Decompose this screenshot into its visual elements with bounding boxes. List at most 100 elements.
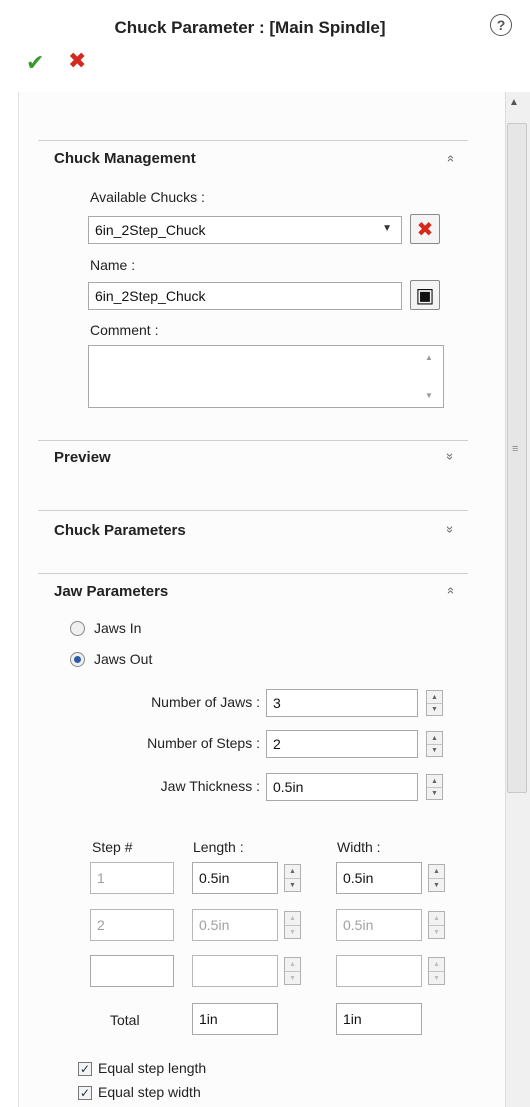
step-length-spinner: ▲ ▼ xyxy=(284,957,301,985)
comment-scroll-down-icon[interactable]: ▼ xyxy=(425,391,433,400)
step-number-header: Step # xyxy=(92,839,133,855)
step-width-spinner[interactable]: ▲ ▼ xyxy=(428,864,445,892)
jaw-thickness-label: Jaw Thickness : xyxy=(160,778,260,794)
jaw-parameters-title: Jaw Parameters xyxy=(54,583,169,600)
width-header: Width : xyxy=(337,839,381,855)
step-length-input: 0.5in xyxy=(192,909,278,941)
number-of-jaws-label: Number of Jaws : xyxy=(151,694,260,710)
equal-step-length-label[interactable]: Equal step length xyxy=(98,1060,206,1076)
length-header: Length : xyxy=(193,839,244,855)
name-input[interactable]: 6in_2Step_Chuck xyxy=(88,282,402,310)
step-length-input xyxy=(192,955,278,987)
step-width-value: 0.5in xyxy=(343,870,374,886)
number-of-steps-value: 2 xyxy=(273,736,281,752)
help-icon[interactable]: ? xyxy=(490,14,512,36)
step-width-input[interactable]: 0.5in xyxy=(336,862,422,894)
scroll-grip-icon: ≡ xyxy=(512,443,519,455)
save-disk-icon: ▣ xyxy=(415,284,435,307)
chevron-down-icon: ▼ xyxy=(382,223,392,234)
delete-chuck-button[interactable]: ✖ xyxy=(410,214,440,244)
jaw-thickness-input[interactable]: 0.5in xyxy=(266,773,418,801)
step-number-field xyxy=(90,955,174,987)
spin-up-icon[interactable]: ▲ xyxy=(427,691,442,703)
spin-down-icon[interactable]: ▼ xyxy=(427,703,442,715)
checkmark-icon: ✓ xyxy=(79,1062,91,1076)
step-number-field: 2 xyxy=(90,909,174,941)
step-length-spinner: ▲ ▼ xyxy=(284,911,301,939)
checkmark-icon: ✓ xyxy=(79,1086,91,1100)
spin-up-icon: ▲ xyxy=(433,961,440,968)
step-length-spinner[interactable]: ▲ ▼ xyxy=(284,864,301,892)
total-width-value: 1in xyxy=(343,1011,362,1027)
available-chucks-value: 6in_2Step_Chuck xyxy=(95,222,206,238)
comment-scroll-up-icon[interactable]: ▲ xyxy=(425,353,433,362)
save-chuck-button[interactable]: ▣ xyxy=(410,280,440,310)
step-number-value: 2 xyxy=(97,917,105,933)
spin-up-icon[interactable]: ▲ xyxy=(429,865,444,878)
spin-up-icon: ▲ xyxy=(289,961,296,968)
cancel-x-icon[interactable]: ✖ xyxy=(68,48,86,74)
spin-down-icon: ▼ xyxy=(285,971,300,984)
step-width-spinner: ▲ ▼ xyxy=(428,911,445,939)
step-number-value: 1 xyxy=(97,870,105,886)
section-divider xyxy=(38,140,468,141)
spin-down-icon[interactable]: ▼ xyxy=(427,744,442,756)
spin-up-icon[interactable]: ▲ xyxy=(285,865,300,878)
total-label: Total xyxy=(110,1012,140,1028)
spin-down-icon: ▼ xyxy=(429,971,444,984)
spin-down-icon[interactable]: ▼ xyxy=(427,787,442,799)
number-of-steps-label: Number of Steps : xyxy=(147,735,260,751)
number-of-steps-input[interactable]: 2 xyxy=(266,730,418,758)
jaws-in-radio[interactable] xyxy=(70,621,85,636)
available-chucks-select[interactable]: 6in_2Step_Chuck ▼ xyxy=(88,216,402,244)
chuck-parameters-title[interactable]: Chuck Parameters xyxy=(54,522,186,539)
dialog-title: Chuck Parameter : [Main Spindle] xyxy=(114,18,386,37)
available-chucks-label: Available Chucks : xyxy=(90,189,205,205)
step-width-input: 0.5in xyxy=(336,909,422,941)
section-divider xyxy=(38,573,468,574)
step-length-input[interactable]: 0.5in xyxy=(192,862,278,894)
spin-down-icon: ▼ xyxy=(429,925,444,938)
step-number-field: 1 xyxy=(90,862,174,894)
name-label: Name : xyxy=(90,257,136,273)
total-length-field: 1in xyxy=(192,1003,278,1035)
number-of-jaws-spinner[interactable]: ▲ ▼ xyxy=(426,690,443,716)
equal-step-length-checkbox[interactable]: ✓ xyxy=(78,1062,92,1076)
preview-title[interactable]: Preview xyxy=(54,449,111,466)
name-value: 6in_2Step_Chuck xyxy=(95,288,206,304)
collapse-chevron-icon[interactable]: » xyxy=(442,587,457,594)
jaws-out-label[interactable]: Jaws Out xyxy=(94,651,152,667)
jaw-thickness-spinner[interactable]: ▲ ▼ xyxy=(426,774,443,800)
expand-chevron-icon[interactable]: » xyxy=(443,526,458,533)
step-length-value: 0.5in xyxy=(199,870,230,886)
collapse-chevron-icon[interactable]: » xyxy=(442,155,457,162)
spin-up-icon: ▲ xyxy=(289,915,296,922)
scroll-up-arrow-icon[interactable]: ▲ xyxy=(509,97,519,108)
spin-up-icon[interactable]: ▲ xyxy=(427,775,442,787)
scroll-thumb[interactable] xyxy=(507,123,527,793)
number-of-jaws-value: 3 xyxy=(273,695,281,711)
number-of-steps-spinner[interactable]: ▲ ▼ xyxy=(426,731,443,757)
ok-check-icon[interactable]: ✔ xyxy=(26,50,44,76)
section-divider xyxy=(38,440,468,441)
spin-down-icon: ▼ xyxy=(285,925,300,938)
step-width-value: 0.5in xyxy=(343,917,374,933)
total-length-value: 1in xyxy=(199,1011,218,1027)
comment-label: Comment : xyxy=(90,322,159,338)
delete-x-icon: ✖ xyxy=(416,218,434,241)
spin-up-icon[interactable]: ▲ xyxy=(427,732,442,744)
spin-up-icon: ▲ xyxy=(433,915,440,922)
number-of-jaws-input[interactable]: 3 xyxy=(266,689,418,717)
total-width-field: 1in xyxy=(336,1003,422,1035)
equal-step-width-checkbox[interactable]: ✓ xyxy=(78,1086,92,1100)
step-length-value: 0.5in xyxy=(199,917,230,933)
comment-textarea[interactable] xyxy=(88,345,444,408)
equal-step-width-label[interactable]: Equal step width xyxy=(98,1084,201,1100)
jaws-out-radio[interactable] xyxy=(70,652,85,667)
step-width-spinner: ▲ ▼ xyxy=(428,957,445,985)
spin-down-icon[interactable]: ▼ xyxy=(429,878,444,891)
expand-chevron-icon[interactable]: » xyxy=(443,453,458,460)
jaws-in-label[interactable]: Jaws In xyxy=(94,620,141,636)
spin-down-icon[interactable]: ▼ xyxy=(285,878,300,891)
jaw-thickness-value: 0.5in xyxy=(273,779,304,795)
